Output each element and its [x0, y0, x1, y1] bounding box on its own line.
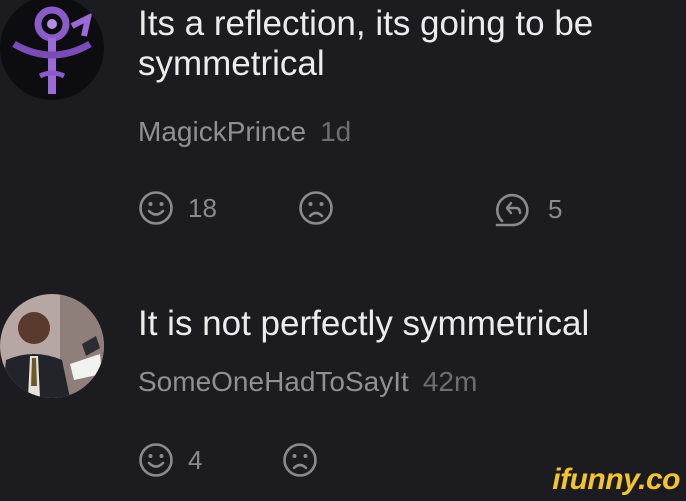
avatar-someonehadtosayit[interactable]	[0, 294, 104, 398]
like-count: 4	[188, 444, 203, 475]
timestamp: 42m	[422, 366, 478, 397]
frown-icon	[283, 443, 317, 477]
frown-icon	[299, 191, 333, 225]
like-button[interactable]: 4	[138, 442, 202, 478]
comment-text: Its a reflection, its going to be symmet…	[138, 4, 594, 83]
smile-icon	[139, 443, 173, 477]
avatar-magickprince[interactable]	[0, 0, 104, 100]
like-button[interactable]: 18	[138, 190, 217, 226]
dislike-button[interactable]	[282, 442, 318, 478]
smile-icon	[139, 191, 173, 225]
reply-icon	[495, 193, 529, 227]
ifunny-watermark: ifunny.co	[552, 463, 680, 496]
reply-count: 5	[548, 193, 563, 224]
comment-actions: 4	[138, 442, 338, 482]
username[interactable]: SomeOneHadToSayIt	[138, 366, 409, 397]
dislike-button[interactable]	[298, 190, 334, 226]
comment-1: Its a reflection, its going to be symmet…	[0, 0, 686, 250]
comment-text: It is not perfectly symmetrical	[138, 304, 590, 343]
like-count: 18	[188, 192, 217, 223]
comment-meta: SomeOneHadToSayIt 42m	[138, 366, 477, 398]
profile-photo-icon	[0, 294, 104, 398]
username[interactable]: MagickPrince	[138, 116, 306, 147]
timestamp: 1d	[320, 116, 352, 147]
comment-meta: MagickPrince 1d	[138, 116, 351, 148]
reply-button[interactable]: 5	[494, 190, 562, 228]
prince-symbol-icon	[0, 0, 104, 100]
comment-actions: 18 5	[138, 190, 658, 230]
